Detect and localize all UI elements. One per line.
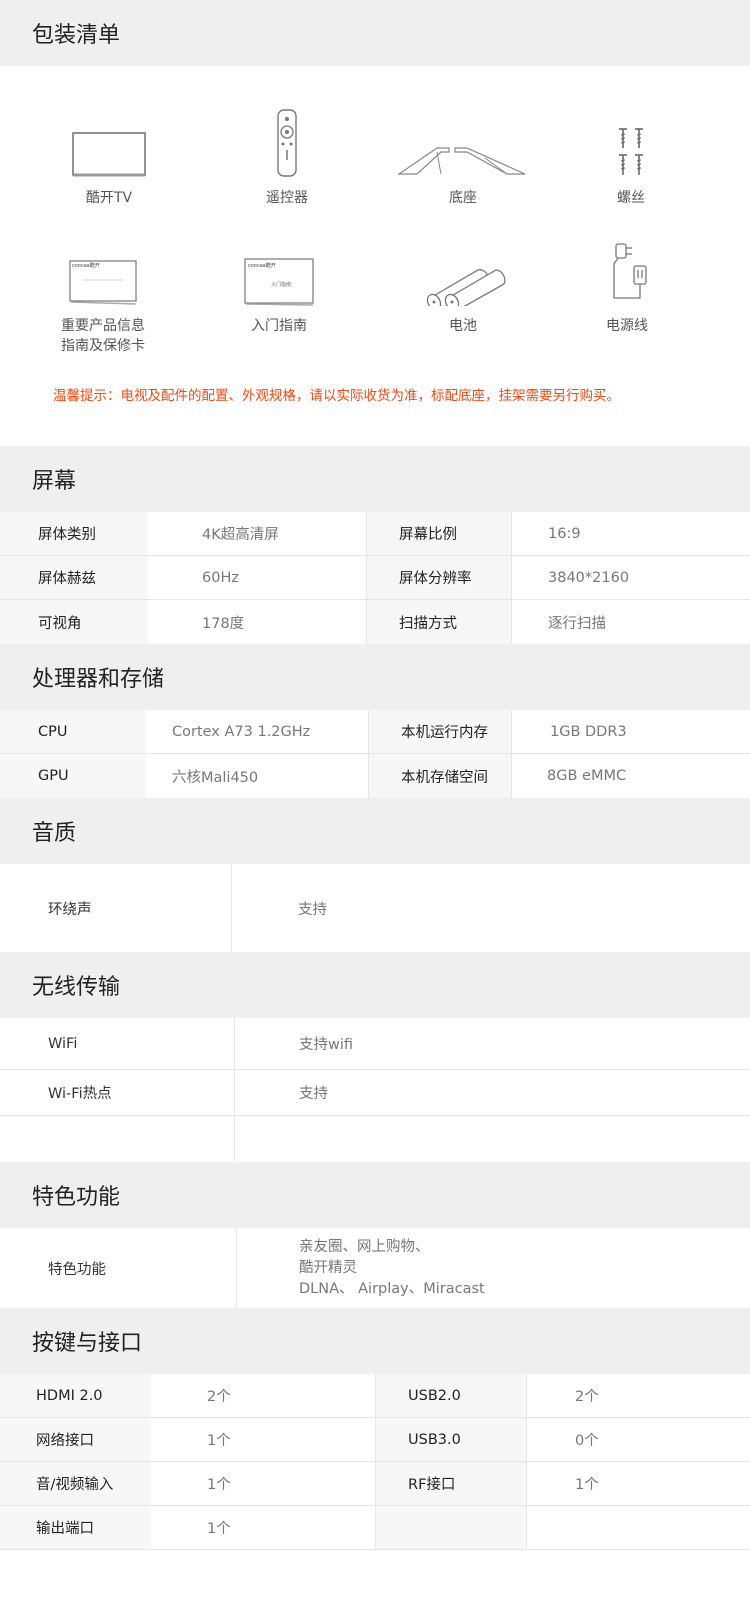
- spec-value: 亲友圈、网上购物、 酷开精灵 DLNA、 Airplay、Miracast: [236, 1228, 750, 1308]
- feature-line: 亲友圈、网上购物、: [299, 1238, 430, 1255]
- wireless-table: WiFi 支持wifi Wi-Fi热点 支持: [0, 1018, 750, 1162]
- cpu-section-title: 处理器和存储: [0, 644, 750, 710]
- spec-value: 8GB eMMC: [511, 754, 750, 798]
- spec-key: USB3.0: [375, 1418, 526, 1461]
- spec-key: 本机运行内存: [368, 710, 511, 753]
- spec-value: 支持: [231, 864, 750, 952]
- package-list: 酷开TV 遥控器 底座 螺丝 coocaa酷开 重要产品信息 指南及保修卡 co…: [0, 66, 750, 446]
- spec-key: 可视角: [0, 600, 148, 644]
- table-row: 环绕声 支持: [0, 864, 750, 952]
- spec-value: 1GB DDR3: [511, 710, 750, 753]
- spec-key: GPU: [0, 754, 146, 798]
- table-row: 可视角 178度 扫描方式 逐行扫描: [0, 600, 750, 644]
- table-row: [0, 1116, 750, 1162]
- package-item-guide: coocaa酷开 入门指南 入门指南: [204, 234, 354, 336]
- spec-value: 16:9: [511, 512, 750, 555]
- spec-value: 0个: [526, 1418, 750, 1461]
- ports-section-title: 按键与接口: [0, 1308, 750, 1374]
- spec-key: 屏体分辨率: [366, 556, 511, 599]
- guide-icon: coocaa酷开 入门指南: [204, 234, 354, 306]
- spec-key: [0, 1116, 234, 1162]
- table-row: 屏体赫兹 60Hz 屏体分辨率 3840*2160: [0, 556, 750, 600]
- spec-key: WiFi: [0, 1018, 234, 1069]
- audio-section-title: 音质: [0, 798, 750, 864]
- table-row: 特色功能 亲友圈、网上购物、 酷开精灵 DLNA、 Airplay、Miraca…: [0, 1228, 750, 1308]
- warranty-label-line1: 重要产品信息: [61, 318, 145, 334]
- spec-key: 输出端口: [0, 1506, 151, 1549]
- guide-brand-text: coocaa酷开: [248, 263, 276, 269]
- table-row: 音/视频输入 1个 RF接口 1个: [0, 1462, 750, 1506]
- spec-key: 环绕声: [0, 864, 231, 952]
- spec-value: 3840*2160: [511, 556, 750, 599]
- package-item-remote: 遥控器: [212, 106, 362, 208]
- spec-value: 2个: [526, 1374, 750, 1417]
- spec-key: 扫描方式: [366, 600, 511, 644]
- spec-key: Wi-Fi热点: [0, 1070, 234, 1115]
- screen-section-title: 屏幕: [0, 446, 750, 512]
- tv-icon: [34, 106, 184, 178]
- table-row: HDMI 2.0 2个 USB2.0 2个: [0, 1374, 750, 1418]
- card-brand-text: coocaa酷开: [72, 263, 100, 269]
- package-item-screws: 螺丝: [556, 106, 706, 208]
- power-cord-icon: [552, 234, 702, 306]
- spec-key: 本机存储空间: [368, 754, 511, 798]
- spec-value: 178度: [148, 600, 366, 644]
- cpu-table: CPU Cortex A73 1.2GHz 本机运行内存 1GB DDR3 GP…: [0, 710, 750, 798]
- spec-key: [375, 1506, 526, 1549]
- spec-value: 支持wifi: [234, 1018, 750, 1069]
- remote-icon: [212, 106, 362, 178]
- package-item-tv: 酷开TV: [34, 106, 184, 208]
- guide-card-text: 入门指南: [271, 282, 292, 288]
- features-section-title: 特色功能: [0, 1162, 750, 1228]
- ports-table: HDMI 2.0 2个 USB2.0 2个 网络接口 1个 USB3.0 0个 …: [0, 1374, 750, 1550]
- package-item-power-cord: 电源线: [552, 234, 702, 336]
- spec-value: 1个: [151, 1462, 375, 1505]
- spec-value: Cortex A73 1.2GHz: [146, 710, 368, 753]
- spec-value: 1个: [151, 1506, 375, 1549]
- spec-key: 屏幕比例: [366, 512, 511, 555]
- screen-table: 屏体类别 4K超高清屏 屏幕比例 16:9 屏体赫兹 60Hz 屏体分辨率 38…: [0, 512, 750, 644]
- spec-key: 屏体类别: [0, 512, 148, 555]
- feature-line: DLNA、 Airplay、Miracast: [299, 1280, 485, 1297]
- package-section-title: 包装清单: [0, 0, 750, 66]
- spec-value: 4K超高清屏: [148, 512, 366, 555]
- spec-key: 音/视频输入: [0, 1462, 151, 1505]
- spec-value: [234, 1116, 750, 1162]
- table-row: 网络接口 1个 USB3.0 0个: [0, 1418, 750, 1462]
- package-item-stand: 底座: [388, 106, 538, 208]
- spec-value: 支持: [234, 1070, 750, 1115]
- battery-icon: [388, 234, 538, 306]
- screws-icon: [556, 106, 706, 178]
- stand-icon: [388, 106, 538, 178]
- spec-value: 60Hz: [148, 556, 366, 599]
- spec-value: 六核Mali450: [146, 754, 368, 798]
- table-row: 输出端口 1个: [0, 1506, 750, 1550]
- spec-key: HDMI 2.0: [0, 1374, 151, 1417]
- package-notice: 温馨提示：电视及配件的配置、外观规格，请以实际收货为准，标配底座，挂架需要另行购…: [53, 388, 620, 404]
- spec-value: [526, 1506, 750, 1549]
- spec-value: 逐行扫描: [511, 600, 750, 644]
- feature-line: 酷开精灵: [299, 1259, 357, 1276]
- wireless-section-title: 无线传输: [0, 952, 750, 1018]
- table-row: Wi-Fi热点 支持: [0, 1070, 750, 1116]
- package-item-battery: 电池: [388, 234, 538, 336]
- table-row: GPU 六核Mali450 本机存储空间 8GB eMMC: [0, 754, 750, 798]
- warranty-label-line2: 指南及保修卡: [61, 338, 145, 354]
- spec-value: 2个: [151, 1374, 375, 1417]
- spec-key: RF接口: [375, 1462, 526, 1505]
- table-row: CPU Cortex A73 1.2GHz 本机运行内存 1GB DDR3: [0, 710, 750, 754]
- spec-key: USB2.0: [375, 1374, 526, 1417]
- table-row: WiFi 支持wifi: [0, 1018, 750, 1070]
- spec-value: 1个: [151, 1418, 375, 1461]
- spec-key: 网络接口: [0, 1418, 151, 1461]
- spec-key: CPU: [0, 710, 146, 753]
- spec-value: 1个: [526, 1462, 750, 1505]
- spec-key: 屏体赫兹: [0, 556, 148, 599]
- card-icon: coocaa酷开: [28, 234, 178, 306]
- spec-key: 特色功能: [0, 1228, 236, 1308]
- table-row: 屏体类别 4K超高清屏 屏幕比例 16:9: [0, 512, 750, 556]
- package-item-warranty-card: coocaa酷开 重要产品信息 指南及保修卡: [28, 234, 178, 356]
